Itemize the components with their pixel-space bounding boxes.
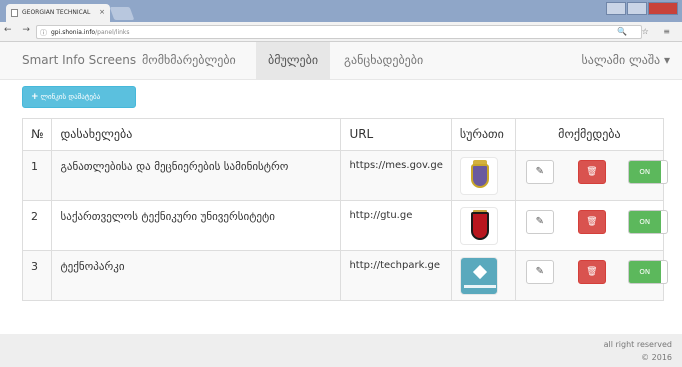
add-link-label: ლინკის დამატება [40,93,101,101]
window-controls [606,2,678,15]
trash-icon: 🗑 [586,167,598,177]
table-header-row: № დასახელება URL სურათი მოქმედება [21,118,665,151]
row-image-cell [450,200,516,251]
row-url: http://techpark.ge [340,250,452,301]
row-name: საქართველოს ტექნიკური უნივერსიტეტი [51,200,342,251]
trash-icon: 🗑 [586,267,598,277]
links-table: № დასახელება URL სურათი მოქმედება 1 განა… [21,118,668,301]
new-tab-button[interactable] [109,7,135,20]
edit-button[interactable]: ✎ [525,260,554,284]
row-actions-cell: ✎ 🗑 ON [514,150,668,201]
close-tab-icon[interactable]: × [99,8,105,16]
col-header-actions: მოქმედება [514,118,665,151]
plus-icon: + [31,92,39,102]
toggle-on-label: ON [628,161,661,183]
maximize-button[interactable] [627,2,647,15]
url-field[interactable]: ⓘ gpi.shonia.info/panel/links [36,25,642,39]
row-url: https://mes.gov.ge [340,150,452,201]
table-row: 1 განათლებისა და მეცნიერების სამინისტრო … [21,150,668,201]
info-icon[interactable]: ⓘ [40,28,47,38]
url-path: /panel/links [95,29,130,36]
table-row: 2 საქართველოს ტექნიკური უნივერსიტეტი htt… [21,200,668,251]
status-toggle[interactable]: ON [627,210,668,234]
status-toggle[interactable]: ON [627,260,668,284]
logo-caption-bar [463,285,496,288]
row-actions-cell: ✎ 🗑 ON [514,250,668,301]
edit-icon: ✎ [535,216,544,227]
page-icon [11,9,18,17]
row-actions-cell: ✎ 🗑 ON [514,200,668,251]
row-image-cell [450,250,516,301]
shield-icon [470,164,489,188]
app-navbar: Smart Info Screens მომხმარებლები ბმულები… [0,42,682,80]
row-image-cell [450,150,516,201]
edit-icon: ✎ [535,266,544,277]
edit-icon: ✎ [535,166,544,177]
toggle-on-label: ON [628,211,661,233]
techpark-logo-image [459,257,498,295]
diamond-icon [472,264,487,280]
row-number: 1 [21,150,53,201]
table-row: 3 ტექნოპარკი http://techpark.ge ✎ 🗑 ON [21,250,668,301]
row-number: 3 [21,250,53,301]
nav-item-announcements[interactable]: განცხადებები [332,42,435,79]
user-menu-dropdown[interactable]: სალამი ლაშა ▾ [581,53,670,67]
toggle-on-label: ON [628,261,661,283]
minimize-button[interactable] [606,2,626,15]
browser-tab-title: GEORGIAN TECHNICAL [22,9,91,16]
trash-icon: 🗑 [586,217,598,227]
col-header-url: URL [340,118,452,151]
university-logo-image [459,207,498,245]
delete-button[interactable]: 🗑 [577,260,606,284]
status-toggle[interactable]: ON [627,160,668,184]
nav-item-links[interactable]: ბმულები [256,42,331,79]
col-header-name: დასახელება [51,118,342,151]
browser-tab[interactable]: GEORGIAN TECHNICAL × [6,4,110,22]
address-bar: ← → C ⓘ gpi.shonia.info/panel/links 🔍 ☆ … [0,22,682,42]
delete-button[interactable]: 🗑 [577,160,606,184]
footer-copyright: © 2016 [641,353,672,362]
nav-item-users[interactable]: მომხმარებლები [130,42,248,79]
row-name: ტექნოპარკი [51,250,342,301]
ministry-logo-image [459,157,498,195]
row-url: http://gtu.ge [340,200,452,251]
delete-button[interactable]: 🗑 [577,210,606,234]
row-name: განათლებისა და მეცნიერების სამინისტრო [51,150,342,201]
row-number: 2 [21,200,53,251]
brand-link[interactable]: Smart Info Screens [22,53,136,67]
close-window-button[interactable] [648,2,678,15]
browser-toolbar-icons[interactable]: 🔍 ☆ ≡ [617,27,676,36]
browser-titlebar: GEORGIAN TECHNICAL × [0,0,682,22]
add-link-button[interactable]: + ლინკის დამატება [22,86,136,108]
footer-rights: all right reserved [603,340,672,349]
edit-button[interactable]: ✎ [525,160,554,184]
edit-button[interactable]: ✎ [525,210,554,234]
url-host: gpi.shonia.info [51,29,96,36]
shield-icon [470,212,489,240]
page-footer: all right reserved © 2016 [0,334,682,367]
col-header-image: სურათი [450,118,516,151]
col-header-number: № [21,118,53,151]
